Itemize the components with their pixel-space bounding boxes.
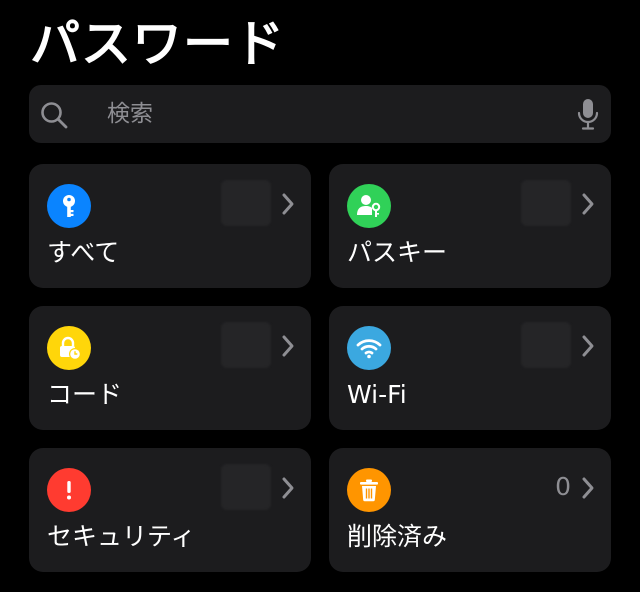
category-label: パスキー <box>347 238 448 267</box>
category-card-wifi[interactable]: Wi-Fi <box>329 306 611 430</box>
chevron-right-icon <box>582 335 594 357</box>
count-redacted <box>521 180 571 226</box>
trash-icon <box>347 468 391 512</box>
chevron-right-icon <box>282 477 294 499</box>
chevron-right-icon <box>582 193 594 215</box>
category-card-codes[interactable]: コード <box>29 306 311 430</box>
wifi-icon <box>347 326 391 370</box>
category-grid: すべて パスキー コード Wi-Fi セキュリティ 0 削除済み <box>29 164 611 572</box>
category-card-security[interactable]: セキュリティ <box>29 448 311 572</box>
key-icon <box>47 184 91 228</box>
count-redacted <box>221 180 271 226</box>
category-label: Wi-Fi <box>347 380 407 409</box>
lock-clock-icon <box>47 326 91 370</box>
page-title: パスワード <box>30 15 285 73</box>
chevron-right-icon <box>282 335 294 357</box>
category-label: すべて <box>47 238 120 267</box>
chevron-right-icon <box>282 193 294 215</box>
count-redacted <box>221 322 271 368</box>
person-key-icon <box>347 184 391 228</box>
search-bar[interactable] <box>29 85 611 143</box>
chevron-right-icon <box>582 477 594 499</box>
category-card-all[interactable]: すべて <box>29 164 311 288</box>
count-redacted <box>521 322 571 368</box>
category-label: コード <box>47 380 123 409</box>
passwords-screen: パスワード 検索 すべて パスキー コード Wi-Fi セキュリティ 0 削除済… <box>0 0 640 592</box>
category-card-passkeys[interactable]: パスキー <box>329 164 611 288</box>
deleted-count: 0 <box>555 472 571 501</box>
count-redacted <box>221 464 271 510</box>
category-label: 削除済み <box>347 522 448 551</box>
search-input[interactable] <box>107 98 587 130</box>
exclamation-icon <box>47 468 91 512</box>
category-label: セキュリティ <box>47 522 196 551</box>
microphone-icon[interactable] <box>577 98 599 130</box>
search-icon <box>41 102 68 129</box>
category-card-deleted[interactable]: 0 削除済み <box>329 448 611 572</box>
